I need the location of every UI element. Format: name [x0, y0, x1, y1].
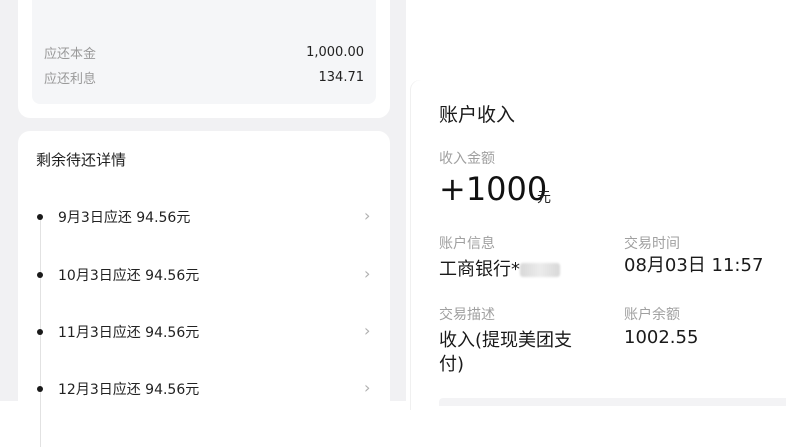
- timeline-dot: [37, 272, 43, 278]
- amount-unit: 元: [537, 190, 551, 206]
- interest-label: 应还利息: [44, 71, 97, 87]
- account-info-label: 账户信息: [439, 236, 495, 252]
- timeline-dot: [37, 329, 43, 335]
- chevron-right-icon: ›: [364, 264, 371, 283]
- repayment-item[interactable]: 10月3日应还 94.56元 ›: [18, 264, 390, 288]
- timeline-dot: [37, 386, 43, 392]
- income-amount: +1000: [439, 170, 548, 208]
- repayment-item-label: 9月3日应还 94.56元: [58, 210, 191, 226]
- principal-value: 1,000.00: [306, 44, 364, 60]
- account-balance-label: 账户余额: [624, 307, 680, 323]
- transaction-desc-line2: 付): [439, 354, 465, 375]
- principal-label: 应还本金: [44, 46, 97, 62]
- account-bank-name: 工商银行*: [439, 259, 520, 280]
- account-balance-value: 1002.55: [624, 327, 699, 348]
- principal-row: 应还本金 1,000.00: [44, 42, 364, 62]
- repayment-item-label: 12月3日应还 94.56元: [58, 382, 200, 398]
- repayment-summary-box: 应还本金 1,000.00 应还利息 134.71: [32, 0, 376, 104]
- transaction-desc-value: 收入(提现美团支 付): [439, 329, 572, 377]
- chevron-right-icon: ›: [364, 206, 371, 225]
- interest-row: 应还利息 134.71: [44, 67, 364, 87]
- repayment-item-label: 10月3日应还 94.56元: [58, 268, 200, 284]
- account-income-card: 账户收入 收入金额 +1000 元 账户信息 工商银行* 交易时间 08月03日…: [411, 80, 786, 410]
- repayment-summary-card: 应还本金 1,000.00 应还利息 134.71: [18, 0, 390, 118]
- repayment-item[interactable]: 11月3日应还 94.56元 ›: [18, 321, 390, 345]
- transaction-desc-label: 交易描述: [439, 307, 495, 323]
- repayment-item[interactable]: 12月3日应还 94.56元 ›: [18, 378, 390, 402]
- repayment-item[interactable]: 9月3日应还 94.56元 ›: [18, 206, 390, 230]
- remaining-repayments-card: 剩余待还详情 9月3日应还 94.56元 › 10月3日应还 94.56元 › …: [18, 131, 390, 447]
- repayment-item-label: 11月3日应还 94.56元: [58, 325, 200, 341]
- income-title: 账户收入: [439, 104, 516, 126]
- transaction-time-label: 交易时间: [624, 236, 680, 252]
- redacted-account-number: [520, 263, 560, 277]
- timeline-dot: [37, 214, 43, 220]
- amount-label: 收入金额: [439, 151, 495, 167]
- account-info-value: 工商银行*: [439, 258, 560, 282]
- chevron-right-icon: ›: [364, 378, 371, 397]
- transaction-time-value: 08月03日 11:57: [624, 255, 764, 276]
- remaining-title: 剩余待还详情: [36, 151, 127, 169]
- chevron-right-icon: ›: [364, 321, 371, 340]
- bottom-section-edge: [439, 398, 786, 406]
- transaction-desc-line1: 收入(提现美团支: [439, 330, 573, 351]
- interest-value: 134.71: [318, 69, 365, 85]
